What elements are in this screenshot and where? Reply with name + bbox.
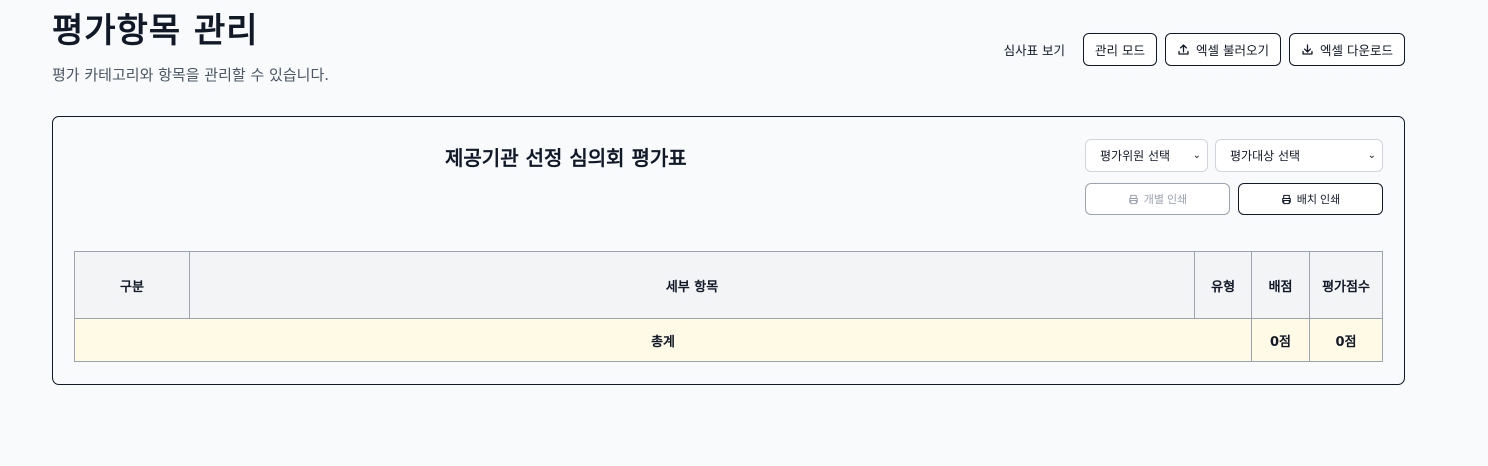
excel-download-label: 엑셀 다운로드 xyxy=(1320,43,1393,58)
total-row: 총계 0점 0점 xyxy=(73,318,1383,362)
admin-mode-button[interactable]: 관리 모드 xyxy=(1083,33,1158,66)
excel-download-button[interactable]: 엑셀 다운로드 xyxy=(1289,33,1405,66)
page-header: 평가항목 관리 평가 카테고리와 항목을 관리할 수 있습니다. xyxy=(52,10,329,85)
table-header-row: 구분 세부 항목 유형 배점 평가점수 xyxy=(74,251,1383,319)
column-header-type: 유형 xyxy=(1194,251,1253,319)
evaluation-table: 구분 세부 항목 유형 배점 평가점수 총계 0점 0점 xyxy=(73,251,1383,362)
page-title: 평가항목 관리 xyxy=(52,11,259,51)
total-score: 0점 xyxy=(1309,318,1383,362)
print-group: 개별 인쇄 배치 인쇄 xyxy=(1085,183,1383,215)
evaluator-select-value: 평가위원 선택 xyxy=(1100,149,1171,163)
column-header-score: 평가점수 xyxy=(1309,251,1383,319)
target-select-value: 평가대상 선택 xyxy=(1230,149,1301,163)
printer-icon xyxy=(1128,194,1138,204)
total-allotted: 0점 xyxy=(1251,318,1310,362)
header-actions: 심사표 보기 관리 모드 엑셀 불러오기 엑셀 다운로드 xyxy=(994,33,1405,66)
upload-icon xyxy=(1178,44,1189,55)
column-header-allotted: 배점 xyxy=(1251,251,1310,319)
column-header-detail: 세부 항목 xyxy=(188,251,1196,319)
print-individual-button[interactable]: 개별 인쇄 xyxy=(1085,183,1230,215)
admin-mode-label: 관리 모드 xyxy=(1095,43,1146,58)
printer-icon xyxy=(1281,194,1291,204)
excel-import-button[interactable]: 엑셀 불러오기 xyxy=(1165,33,1282,66)
chevron-down-icon: ⌄ xyxy=(1192,150,1201,161)
print-batch-button[interactable]: 배치 인쇄 xyxy=(1238,183,1383,215)
print-batch-label: 배치 인쇄 xyxy=(1296,194,1341,206)
sheet-title: 제공기관 선정 심의회 평가표 xyxy=(445,146,687,170)
excel-import-label: 엑셀 불러오기 xyxy=(1196,43,1270,58)
column-header-category: 구분 xyxy=(74,251,190,319)
print-individual-label: 개별 인쇄 xyxy=(1143,194,1188,206)
download-icon xyxy=(1302,44,1313,55)
select-group: 평가위원 선택 ⌄ 평가대상 선택 ⌄ xyxy=(1085,139,1383,172)
evaluator-select[interactable]: 평가위원 선택 ⌄ xyxy=(1085,139,1208,172)
page-subtitle: 평가 카테고리와 항목을 관리할 수 있습니다. xyxy=(52,66,330,84)
target-select[interactable]: 평가대상 선택 ⌄ xyxy=(1215,139,1383,172)
evaluation-sheet-card: 제공기관 선정 심의회 평가표 평가위원 선택 ⌄ 평가대상 선택 ⌄ 개별 인… xyxy=(52,116,1405,385)
view-sheet-link[interactable]: 심사표 보기 xyxy=(994,40,1075,59)
total-label: 총계 xyxy=(73,318,1253,362)
chevron-down-icon: ⌄ xyxy=(1367,150,1376,161)
